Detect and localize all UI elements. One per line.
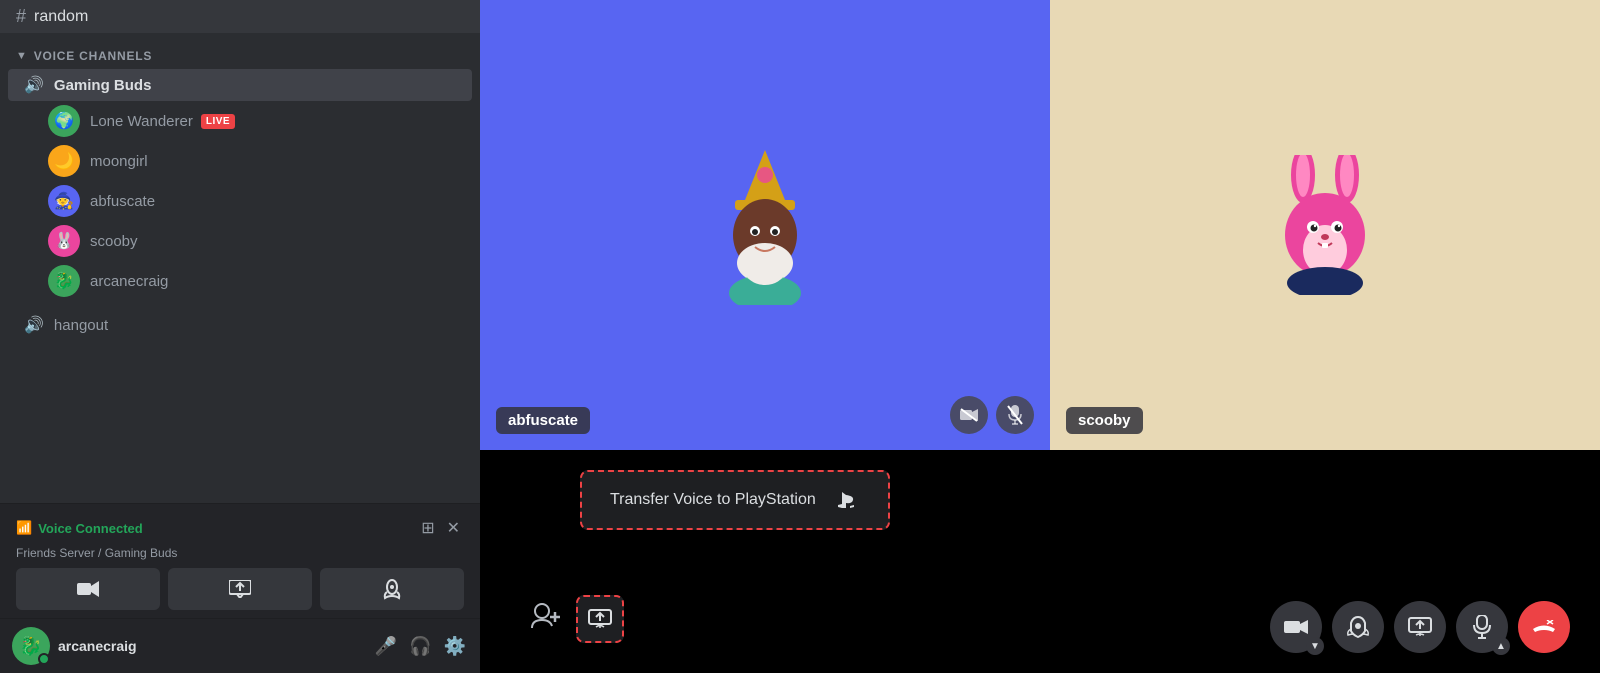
speaker-icon: 🔊	[24, 315, 44, 335]
channel-random[interactable]: # random	[0, 0, 480, 33]
member-name: scooby	[90, 233, 138, 250]
voice-channel-gaming-buds[interactable]: 🔊 Gaming Buds	[8, 69, 472, 101]
camera-btn-group: ▼	[1270, 601, 1322, 653]
settings-button[interactable]: ⚙️	[442, 634, 468, 659]
member-name: abfuscate	[90, 193, 155, 210]
speaker-icon: 🔊	[24, 75, 44, 95]
bottom-left-controls	[530, 595, 624, 643]
transfer-voice-popup[interactable]: Transfer Voice to PlayStation	[580, 470, 890, 530]
rocket-ctrl-icon	[1347, 615, 1369, 639]
mic-button[interactable]: 🎤	[373, 634, 399, 659]
member-abfuscate[interactable]: 🧙 abfuscate	[8, 181, 472, 221]
end-call-icon	[1531, 620, 1557, 634]
member-name: moongirl	[90, 153, 148, 170]
online-indicator	[38, 653, 50, 665]
bottom-right-controls: ▼	[1270, 601, 1570, 653]
disconnect-button[interactable]: ✕	[443, 514, 464, 542]
screenshare-icon	[229, 580, 251, 598]
abfuscate-mute-btn[interactable]	[996, 396, 1034, 434]
abfuscate-name-badge: abfuscate	[496, 407, 590, 434]
screenshare-ctrl-icon	[1408, 617, 1432, 637]
video-grid: abfuscate	[480, 0, 1600, 450]
video-slash-icon	[960, 408, 978, 422]
main-content: abfuscate	[480, 0, 1600, 673]
voice-controls-row	[16, 568, 464, 610]
abfuscate-action-btns	[950, 396, 1034, 434]
voice-connected-actions: ⊞ ✕	[417, 514, 464, 542]
abfuscate-avatar	[700, 145, 830, 305]
rocket-icon	[382, 578, 402, 600]
mic-chevron-up: ▲	[1492, 637, 1510, 655]
voice-connected-bar: 📶 Voice Connected ⊞ ✕ Friends Server / G…	[0, 503, 480, 618]
add-user-button[interactable]	[530, 602, 560, 637]
mic-btn-group: ▲	[1456, 601, 1508, 653]
activity-ctrl-button[interactable]	[1332, 601, 1384, 653]
avatar-lone-wanderer: 🌍	[48, 105, 80, 137]
sidebar: # random ▼ VOICE CHANNELS 🔊 Gaming Buds …	[0, 0, 480, 673]
channel-random-label: random	[34, 8, 88, 26]
voice-settings-button[interactable]: ⊞	[417, 514, 438, 542]
mic-slash-icon	[1007, 405, 1023, 425]
camera-icon	[77, 580, 99, 598]
avatar-arcanecraig: 🐉	[48, 265, 80, 297]
video-tile-scooby: scooby	[1050, 0, 1600, 450]
member-name: arcanecraig	[90, 273, 168, 290]
end-call-button[interactable]	[1518, 601, 1570, 653]
screen-share-outlined-button[interactable]	[576, 595, 624, 643]
voice-server-name: Friends Server / Gaming Buds	[16, 546, 464, 560]
abfuscate-video-btn[interactable]	[950, 396, 988, 434]
playstation-icon	[832, 486, 860, 514]
member-moongirl[interactable]: 🌙 moongirl	[8, 141, 472, 181]
username-label: arcanecraig	[58, 638, 365, 654]
scooby-avatar	[1265, 155, 1385, 295]
avatar-abfuscate: 🧙	[48, 185, 80, 217]
member-scooby[interactable]: 🐰 scooby	[8, 221, 472, 261]
voice-channels-header: ▼ VOICE CHANNELS	[0, 33, 480, 69]
channel-list: # random ▼ VOICE CHANNELS 🔊 Gaming Buds …	[0, 0, 480, 503]
mic-ctrl-icon	[1473, 615, 1491, 639]
user-bar: 🐉 arcanecraig 🎤 🎧 ⚙️	[0, 618, 480, 673]
chevron-icon: ▼	[16, 50, 28, 62]
hash-icon: #	[16, 6, 26, 27]
activity-button[interactable]	[320, 568, 464, 610]
camera-toggle-button[interactable]	[16, 568, 160, 610]
member-arcanecraig[interactable]: 🐉 arcanecraig	[8, 261, 472, 301]
live-badge: LIVE	[201, 114, 235, 129]
voice-channel-hangout[interactable]: 🔊 hangout	[8, 309, 472, 341]
scooby-name-badge: scooby	[1066, 407, 1143, 434]
camera-chevron-down: ▼	[1306, 637, 1324, 655]
voice-connected-status-text: 📶 Voice Connected	[16, 520, 143, 536]
headphone-button[interactable]: 🎧	[407, 634, 433, 659]
signal-icon: 📶	[16, 520, 32, 536]
screenshare-button[interactable]	[168, 568, 312, 610]
screenshare-ctrl-button[interactable]	[1394, 601, 1446, 653]
user-avatar: 🐉	[12, 627, 50, 665]
camera-ctrl-icon	[1284, 618, 1308, 636]
channel-name: hangout	[54, 317, 108, 334]
avatar-moongirl: 🌙	[48, 145, 80, 177]
transfer-voice-label: Transfer Voice to PlayStation	[610, 491, 816, 509]
avatar-scooby: 🐰	[48, 225, 80, 257]
add-friend-icon	[530, 602, 560, 630]
member-name: Lone Wanderer	[90, 113, 193, 130]
member-lone-wanderer[interactable]: 🌍 Lone Wanderer LIVE	[8, 101, 472, 141]
video-tile-abfuscate: abfuscate	[480, 0, 1050, 450]
channel-name: Gaming Buds	[54, 77, 152, 94]
voice-status-row: 📶 Voice Connected ⊞ ✕	[16, 514, 464, 542]
screen-share-icon	[588, 609, 612, 629]
user-bar-actions: 🎤 🎧 ⚙️	[373, 634, 468, 659]
bottom-bar: Transfer Voice to PlayStation	[480, 450, 1600, 673]
